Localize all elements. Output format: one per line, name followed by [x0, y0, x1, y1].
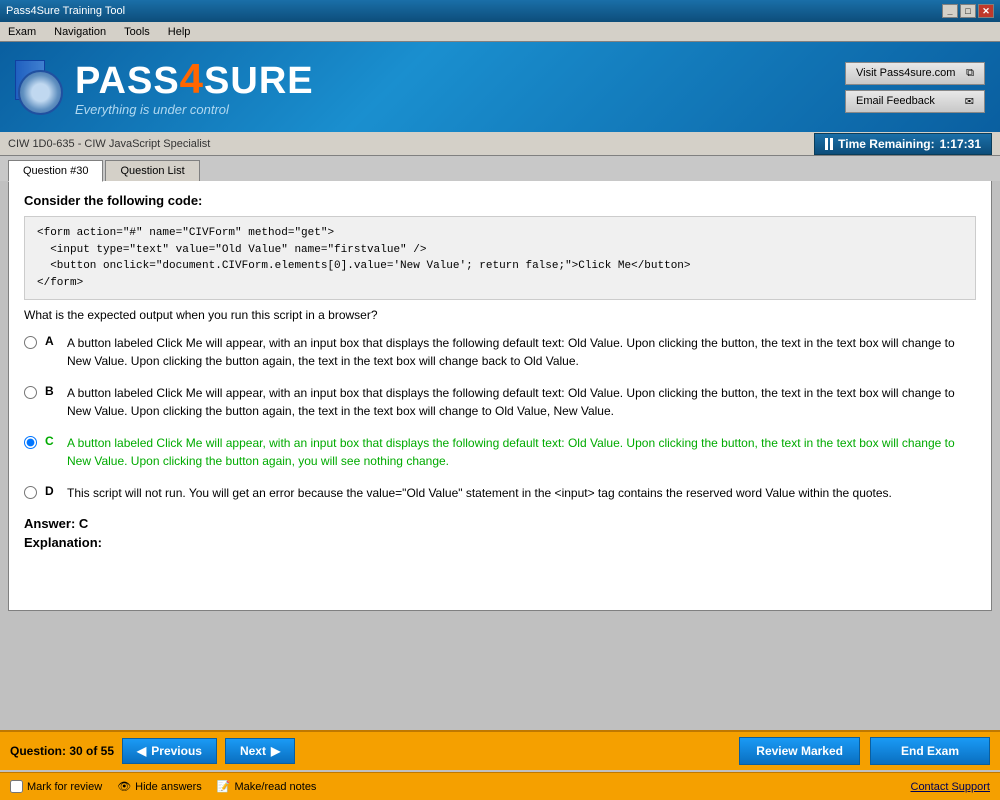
logo-sure: SURE [204, 60, 314, 102]
timer-box: Time Remaining: 1:17:31 [814, 133, 992, 155]
title-bar-controls[interactable]: _ □ ✕ [942, 4, 994, 18]
previous-arrow-icon: ◀ [137, 744, 146, 758]
visit-button[interactable]: Visit Pass4sure.com ⧉ [845, 62, 985, 85]
menu-navigation[interactable]: Navigation [50, 25, 110, 39]
option-letter-d: D [45, 484, 59, 498]
answer-section: Answer: C Explanation: [24, 516, 976, 550]
email-icon: ✉ [965, 95, 974, 108]
question-text: What is the expected output when you run… [24, 308, 976, 322]
eye-icon: 👁 [117, 780, 131, 793]
option-text-a: A button labeled Click Me will appear, w… [67, 334, 976, 370]
footer-options: Mark for review 👁 Hide answers 📝 Make/re… [0, 772, 1000, 800]
logo-pass: PASS [75, 60, 180, 102]
option-radio-a[interactable] [24, 336, 37, 349]
tab-question-list[interactable]: Question List [105, 160, 199, 181]
option-letter-a: A [45, 334, 59, 348]
breadcrumb: CIW 1D0-635 - CIW JavaScript Specialist [8, 138, 210, 150]
header-buttons: Visit Pass4sure.com ⧉ Email Feedback ✉ [845, 62, 985, 113]
hide-answers[interactable]: 👁 Hide answers [117, 780, 202, 793]
notes-icon: 📝 [217, 780, 231, 793]
question-header: Consider the following code: [24, 193, 976, 208]
logo-cd-icon [15, 60, 65, 115]
footer-left: Mark for review 👁 Hide answers 📝 Make/re… [10, 780, 316, 793]
question-count: Question: 30 of 55 [10, 744, 114, 758]
title-bar-left: Pass4Sure Training Tool [6, 5, 125, 17]
email-button[interactable]: Email Feedback ✉ [845, 90, 985, 113]
code-line-2: <input type="text" value="Old Value" nam… [37, 242, 963, 259]
title-bar: Pass4Sure Training Tool _ □ ✕ [0, 0, 1000, 22]
option-radio-c[interactable] [24, 436, 37, 449]
option-row-d: D This script will not run. You will get… [24, 484, 976, 502]
explanation-label: Explanation: [24, 535, 976, 550]
close-button[interactable]: ✕ [978, 4, 994, 18]
visit-icon: ⧉ [966, 67, 974, 80]
option-radio-d[interactable] [24, 486, 37, 499]
menu-tools[interactable]: Tools [120, 25, 154, 39]
code-line-3: <button onclick="document.CIVForm.elemen… [37, 258, 963, 275]
previous-button[interactable]: ◀ Previous [122, 738, 217, 764]
menu-help[interactable]: Help [164, 25, 195, 39]
logo-text: PASS4SURE Everything is under control [75, 58, 314, 117]
code-line-4: </form> [37, 275, 963, 292]
menu-bar: Exam Navigation Tools Help [0, 22, 1000, 42]
option-letter-c: C [45, 434, 59, 448]
logo-main: PASS4SURE [75, 58, 314, 100]
bottom-bar: Question: 30 of 55 ◀ Previous Next ▶ Rev… [0, 730, 1000, 770]
option-row-a: A A button labeled Click Me will appear,… [24, 334, 976, 370]
make-read-notes[interactable]: 📝 Make/read notes [217, 780, 317, 793]
option-text-b: A button labeled Click Me will appear, w… [67, 384, 976, 420]
mark-review-checkbox[interactable] [10, 780, 23, 793]
minimize-button[interactable]: _ [942, 4, 958, 18]
review-marked-button[interactable]: Review Marked [739, 737, 860, 765]
title-bar-title: Pass4Sure Training Tool [6, 5, 125, 17]
header: PASS4SURE Everything is under control Vi… [0, 42, 1000, 132]
option-row-b: B A button labeled Click Me will appear,… [24, 384, 976, 420]
logo-disc [18, 70, 63, 115]
bottom-right: Review Marked End Exam [739, 737, 990, 765]
tab-question[interactable]: Question #30 [8, 160, 103, 182]
logo-four: 4 [180, 55, 204, 102]
option-row-c: C A button labeled Click Me will appear,… [24, 434, 976, 470]
bottom-left: Question: 30 of 55 ◀ Previous Next ▶ [10, 738, 295, 764]
next-arrow-icon: ▶ [271, 744, 280, 758]
option-text-d: This script will not run. You will get a… [67, 484, 892, 502]
info-bar: CIW 1D0-635 - CIW JavaScript Specialist … [0, 132, 1000, 156]
header-logo: PASS4SURE Everything is under control [15, 58, 314, 117]
contact-support[interactable]: Contact Support [911, 781, 991, 793]
pause-icon [825, 138, 833, 150]
next-button[interactable]: Next ▶ [225, 738, 295, 764]
timer-value: 1:17:31 [940, 137, 981, 151]
mark-for-review[interactable]: Mark for review [10, 780, 102, 793]
timer-label: Time Remaining: [838, 137, 934, 151]
maximize-button[interactable]: □ [960, 4, 976, 18]
tabs-bar: Question #30 Question List [0, 156, 1000, 181]
menu-exam[interactable]: Exam [4, 25, 40, 39]
main-content: Consider the following code: <form actio… [8, 181, 992, 611]
option-radio-b[interactable] [24, 386, 37, 399]
code-block: <form action="#" name="CIVForm" method="… [24, 216, 976, 300]
option-letter-b: B [45, 384, 59, 398]
end-exam-button[interactable]: End Exam [870, 737, 990, 765]
logo-tagline: Everything is under control [75, 102, 314, 117]
code-line-1: <form action="#" name="CIVForm" method="… [37, 225, 963, 242]
answer-label: Answer: C [24, 516, 976, 531]
option-text-c: A button labeled Click Me will appear, w… [67, 434, 976, 470]
